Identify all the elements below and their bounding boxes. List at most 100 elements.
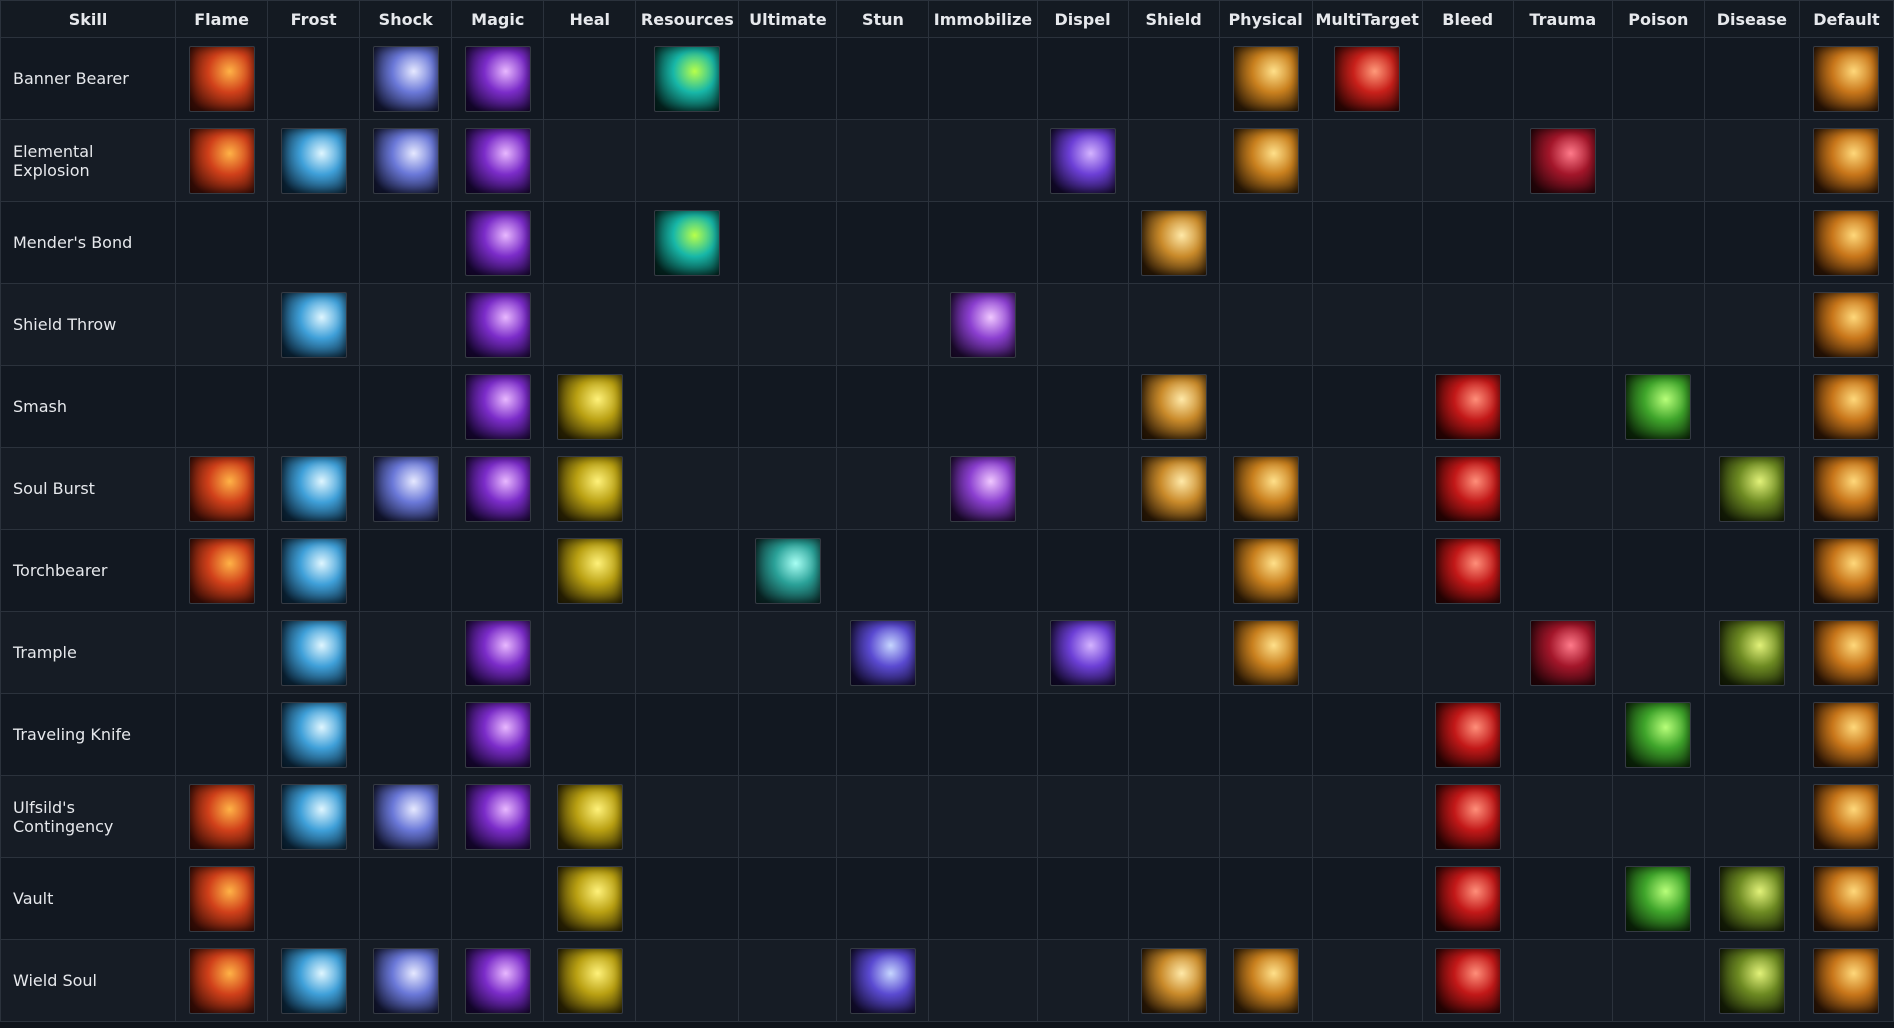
grid-cell-frost <box>267 365 361 448</box>
grid-cell-magic <box>451 283 545 366</box>
frost-skill-icon[interactable] <box>280 127 347 194</box>
default-skill-icon[interactable] <box>1813 865 1880 932</box>
bleed-skill-icon[interactable] <box>1434 455 1501 522</box>
flame-skill-icon[interactable] <box>188 45 255 112</box>
frost-skill-icon[interactable] <box>280 947 347 1014</box>
physical-skill-icon[interactable] <box>1232 619 1299 686</box>
bleed-skill-icon[interactable] <box>1434 537 1501 604</box>
grid-cell-resources <box>635 611 740 694</box>
frost-skill-icon[interactable] <box>280 455 347 522</box>
default-skill-icon[interactable] <box>1813 127 1880 194</box>
grid-cell-magic <box>451 37 545 120</box>
flame-skill-icon[interactable] <box>188 865 255 932</box>
physical-skill-icon[interactable] <box>1232 455 1299 522</box>
skill-name: Traveling Knife <box>0 693 177 776</box>
frost-skill-icon[interactable] <box>280 291 347 358</box>
shock-skill-icon[interactable] <box>372 947 439 1014</box>
shock-skill-icon[interactable] <box>372 783 439 850</box>
frost-skill-icon[interactable] <box>280 701 347 768</box>
magic-skill-icon[interactable] <box>464 783 531 850</box>
grid-cell-disease <box>1703 37 1800 120</box>
bleed-skill-icon[interactable] <box>1434 783 1501 850</box>
flame-skill-icon[interactable] <box>188 455 255 522</box>
poison-skill-icon[interactable] <box>1625 373 1692 440</box>
default-skill-icon[interactable] <box>1813 537 1880 604</box>
dispel-skill-icon[interactable] <box>1049 619 1116 686</box>
magic-skill-icon[interactable] <box>464 45 531 112</box>
grid-cell-shield <box>1127 611 1220 694</box>
grid-cell-flame <box>175 939 269 1022</box>
poison-skill-icon[interactable] <box>1625 865 1692 932</box>
magic-skill-icon[interactable] <box>464 947 531 1014</box>
frost-skill-icon[interactable] <box>280 537 347 604</box>
trauma-skill-icon[interactable] <box>1529 619 1596 686</box>
shock-skill-icon[interactable] <box>372 455 439 522</box>
default-skill-icon[interactable] <box>1813 373 1880 440</box>
flame-skill-icon[interactable] <box>188 947 255 1014</box>
poison-skill-icon[interactable] <box>1625 701 1692 768</box>
default-skill-icon[interactable] <box>1813 455 1880 522</box>
resources-skill-icon[interactable] <box>654 209 721 276</box>
immobilize-skill-icon[interactable] <box>949 291 1016 358</box>
default-skill-icon[interactable] <box>1813 947 1880 1014</box>
dispel-skill-icon[interactable] <box>1049 127 1116 194</box>
disease-skill-icon[interactable] <box>1718 947 1785 1014</box>
magic-skill-icon[interactable] <box>464 701 531 768</box>
shock-skill-icon[interactable] <box>372 45 439 112</box>
trauma-skill-icon[interactable] <box>1529 127 1596 194</box>
shield-skill-icon[interactable] <box>1140 947 1207 1014</box>
ultimate-skill-icon[interactable] <box>754 537 821 604</box>
grid-cell-heal <box>543 775 637 858</box>
immobilize-skill-icon[interactable] <box>949 455 1016 522</box>
grid-cell-heal <box>543 201 637 284</box>
shield-skill-icon[interactable] <box>1140 455 1207 522</box>
physical-skill-icon[interactable] <box>1232 947 1299 1014</box>
default-skill-icon[interactable] <box>1813 783 1880 850</box>
frost-skill-icon[interactable] <box>280 619 347 686</box>
heal-skill-icon[interactable] <box>556 537 623 604</box>
grid-cell-heal <box>543 365 637 448</box>
heal-skill-icon[interactable] <box>556 373 623 440</box>
bleed-skill-icon[interactable] <box>1434 947 1501 1014</box>
stun-skill-icon[interactable] <box>849 947 916 1014</box>
flame-skill-icon[interactable] <box>188 127 255 194</box>
bleed-skill-icon[interactable] <box>1434 701 1501 768</box>
grid-cell-magic <box>451 119 545 202</box>
grid-cell-default <box>1798 283 1894 366</box>
magic-skill-icon[interactable] <box>464 127 531 194</box>
magic-skill-icon[interactable] <box>464 619 531 686</box>
resources-skill-icon[interactable] <box>654 45 721 112</box>
default-skill-icon[interactable] <box>1813 209 1880 276</box>
default-skill-icon[interactable] <box>1813 291 1880 358</box>
default-skill-icon[interactable] <box>1813 45 1880 112</box>
heal-skill-icon[interactable] <box>556 455 623 522</box>
heal-skill-icon[interactable] <box>556 947 623 1014</box>
table-row: Smash <box>0 365 1894 448</box>
bleed-skill-icon[interactable] <box>1434 865 1501 932</box>
default-skill-icon[interactable] <box>1813 701 1880 768</box>
disease-skill-icon[interactable] <box>1718 455 1785 522</box>
stun-skill-icon[interactable] <box>849 619 916 686</box>
shield-skill-icon[interactable] <box>1140 209 1207 276</box>
frost-skill-icon[interactable] <box>280 783 347 850</box>
magic-skill-icon[interactable] <box>464 373 531 440</box>
grid-cell-dispel <box>1036 447 1129 530</box>
physical-skill-icon[interactable] <box>1232 537 1299 604</box>
shield-skill-icon[interactable] <box>1140 373 1207 440</box>
physical-skill-icon[interactable] <box>1232 45 1299 112</box>
flame-skill-icon[interactable] <box>188 783 255 850</box>
grid-cell-poison <box>1611 939 1705 1022</box>
shock-skill-icon[interactable] <box>372 127 439 194</box>
bleed-skill-icon[interactable] <box>1434 373 1501 440</box>
magic-skill-icon[interactable] <box>464 209 531 276</box>
heal-skill-icon[interactable] <box>556 865 623 932</box>
magic-skill-icon[interactable] <box>464 291 531 358</box>
disease-skill-icon[interactable] <box>1718 619 1785 686</box>
magic-skill-icon[interactable] <box>464 455 531 522</box>
heal-skill-icon[interactable] <box>556 783 623 850</box>
disease-skill-icon[interactable] <box>1718 865 1785 932</box>
flame-skill-icon[interactable] <box>188 537 255 604</box>
multitarget-skill-icon[interactable] <box>1334 45 1401 112</box>
default-skill-icon[interactable] <box>1813 619 1880 686</box>
physical-skill-icon[interactable] <box>1232 127 1299 194</box>
